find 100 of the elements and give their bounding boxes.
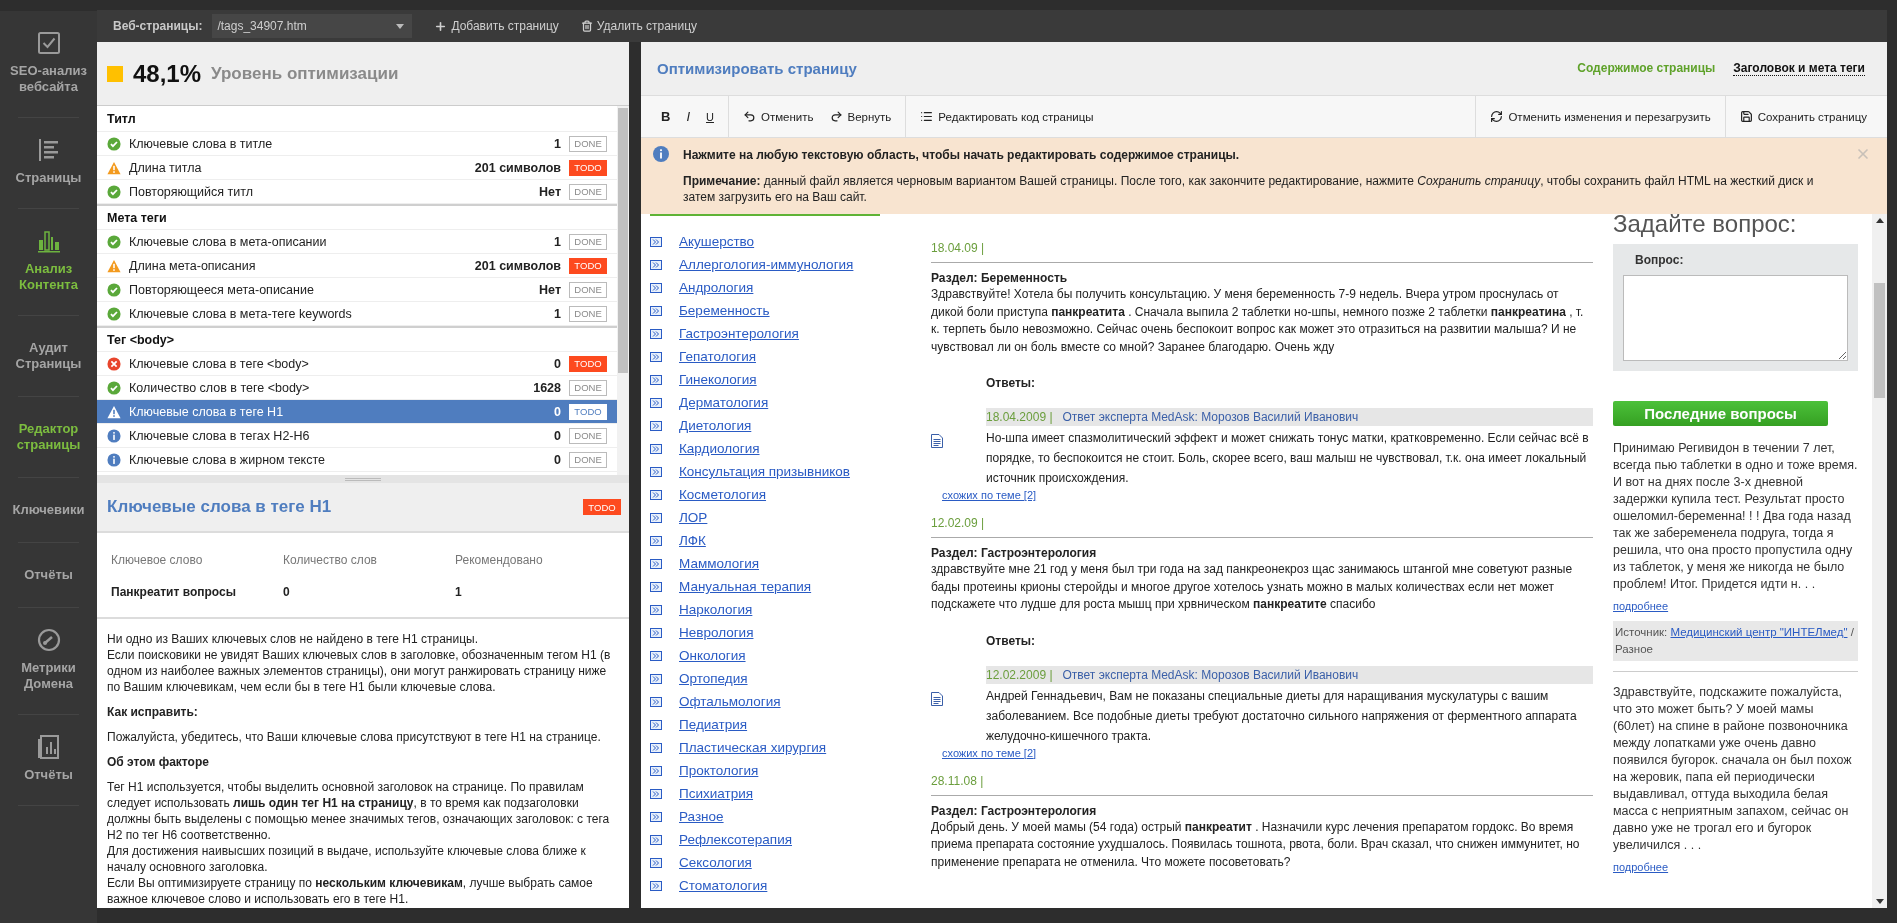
splitter-handle[interactable] [97, 475, 629, 483]
status-badge: DONE [569, 451, 607, 468]
factor-value: 201 символов [474, 160, 561, 175]
category-link[interactable]: Офтальмология [679, 694, 781, 709]
underline-button[interactable]: U [700, 106, 720, 127]
category-link[interactable]: Онкология [679, 648, 746, 663]
post-date: 12.02.09 | [931, 516, 1593, 538]
category-link[interactable]: Косметология [679, 487, 767, 502]
add-page-button[interactable]: Добавить страницу [434, 19, 559, 33]
category-link[interactable]: Рефлексотерапия [679, 832, 792, 847]
bullet-icon [650, 236, 662, 247]
bullet-icon [650, 420, 662, 431]
sidebar-item[interactable]: Страницы [0, 118, 97, 208]
category-link[interactable]: Кардиология [679, 441, 760, 456]
info-icon [653, 146, 669, 162]
table-cell-text: Панкреатит вопросы [111, 585, 237, 599]
category-link[interactable]: Андрология [679, 280, 754, 295]
scroll-thumb[interactable] [1874, 283, 1885, 398]
category-link[interactable]: Дерматология [679, 395, 769, 410]
category-link[interactable]: Гастроэнтерология [679, 326, 799, 341]
reload-button[interactable]: Отменить изменения и перезагрузить [1484, 106, 1717, 127]
status-badge: DONE [569, 379, 607, 396]
category-link[interactable]: Беременность [679, 303, 770, 318]
paragraph: Если Вы оптимизируете страницу по нескольким ключевикам, лучше выбрать самое важное ключевое слово и использовать его в теге H1. [107, 875, 594, 907]
redo-button[interactable]: Вернуть [823, 106, 898, 127]
trash-icon [580, 20, 593, 32]
list-icon [920, 110, 934, 123]
category-link[interactable]: Аллергология-иммунология [679, 257, 854, 272]
category-link[interactable]: ЛОР [679, 510, 708, 525]
delete-page-button[interactable]: Удалить страницу [580, 19, 697, 33]
category-link[interactable]: Гепатология [679, 349, 756, 364]
more-link[interactable]: подробнее [1613, 859, 1669, 876]
bold-button[interactable]: B [655, 105, 677, 128]
category-link[interactable]: Стоматология [679, 878, 768, 893]
sidebar-item[interactable]: Отчёты [0, 543, 97, 607]
post-date: 28.11.08 | [931, 773, 1593, 796]
category-link[interactable]: Сексология [679, 855, 752, 870]
category-link[interactable]: Психиатрия [679, 786, 754, 801]
panel-title: Оптимизировать страницу [657, 60, 857, 77]
bullet-icon [650, 259, 662, 270]
scrollbar[interactable] [1872, 214, 1887, 908]
category-link[interactable]: Ортопедия [679, 671, 748, 686]
category-link[interactable]: Педиатрия [679, 717, 748, 732]
close-icon[interactable] [1855, 146, 1871, 162]
category-link[interactable]: Гинекология [679, 372, 757, 387]
question-field[interactable] [1623, 275, 1848, 361]
page-select[interactable]: /tags_34907.htm [212, 14, 413, 38]
arrow-down-icon[interactable] [1875, 899, 1884, 904]
post-date: 18.04.09 | [931, 241, 1593, 263]
status-badge: TODO [569, 257, 607, 274]
report-icon [36, 735, 61, 759]
undo-button[interactable]: Отменить [736, 106, 820, 127]
category-link[interactable]: Наркология [679, 602, 753, 617]
bullet-icon [650, 719, 662, 730]
category-link[interactable]: Неврология [679, 625, 754, 640]
factor-label: Ключевые слова в теге H1 [129, 404, 285, 419]
scrollbar[interactable] [617, 106, 629, 475]
sidebar-item[interactable]: Анализ Контента [0, 209, 97, 315]
bar-chart-icon [36, 229, 61, 253]
bullet-icon [650, 282, 662, 293]
category-link[interactable]: Диетология [679, 418, 752, 433]
post-section: Раздел: Гастроэнтерология [931, 545, 1593, 561]
sidebar-item[interactable]: SEO-анализ вебсайта [0, 11, 97, 117]
sidebar-item[interactable]: Редактор страницы [0, 397, 97, 477]
bullet-icon [650, 811, 662, 822]
save-button[interactable]: Сохранить страницу [1733, 106, 1873, 127]
category-link[interactable]: Мануальная терапия [679, 579, 812, 594]
edit-code-button[interactable]: Редактировать код страницы [914, 106, 1100, 127]
category-link[interactable]: Разное [679, 809, 724, 824]
expert-link[interactable]: Ответ эксперта MedAsk: Морозов Василий Иванович [1062, 665, 1359, 684]
related-link[interactable]: схожих по теме [2] [942, 489, 1037, 501]
bullet-icon [650, 880, 662, 891]
status-badge: DONE [569, 305, 607, 322]
more-link[interactable]: подробнее [1613, 598, 1669, 615]
sidebar-item[interactable]: Метрики Домена [0, 608, 97, 714]
sidebar-item[interactable]: Отчёты [0, 715, 97, 805]
category-link[interactable]: ЛФК [679, 533, 706, 548]
category-link[interactable]: Пластическая хирургия [679, 740, 827, 755]
bullet-icon [650, 673, 662, 684]
category-link[interactable]: Маммология [679, 556, 759, 571]
category-link[interactable]: Консультация призывников [679, 464, 850, 479]
italic-button[interactable]: I [680, 105, 696, 128]
status-badge: DONE [569, 233, 607, 250]
bullet-icon [650, 558, 662, 569]
expert-link[interactable]: Ответ эксперта MedAsk: Морозов Василий Иванович [1062, 408, 1359, 426]
sidebar-item[interactable]: Аудит Страницы [0, 316, 97, 396]
sidebar-item[interactable]: Ключевики [0, 478, 97, 542]
tab[interactable]: Заголовок и мета теги [1733, 61, 1865, 76]
category-link[interactable]: Акушерство [679, 234, 755, 249]
related-link[interactable]: схожих по теме [2] [942, 746, 1037, 759]
factor-row[interactable]: Ключевые слова в теге H1 0 TODO [97, 400, 617, 424]
factor-label: Длина мета-описания [129, 258, 257, 273]
status-badge: TODO [569, 355, 607, 372]
bullet-icon [650, 305, 662, 316]
source-link[interactable]: Медицинский центр "ИНТЕЛмед" [1670, 626, 1848, 638]
bullet-icon [650, 765, 662, 776]
category-link[interactable]: Проктология [679, 763, 759, 778]
factor-label: Ключевые слова в тегах H2-H6 [129, 428, 311, 443]
arrow-up-icon[interactable] [1875, 218, 1884, 223]
factor-label: Количество слов в теге <body> [129, 380, 311, 395]
